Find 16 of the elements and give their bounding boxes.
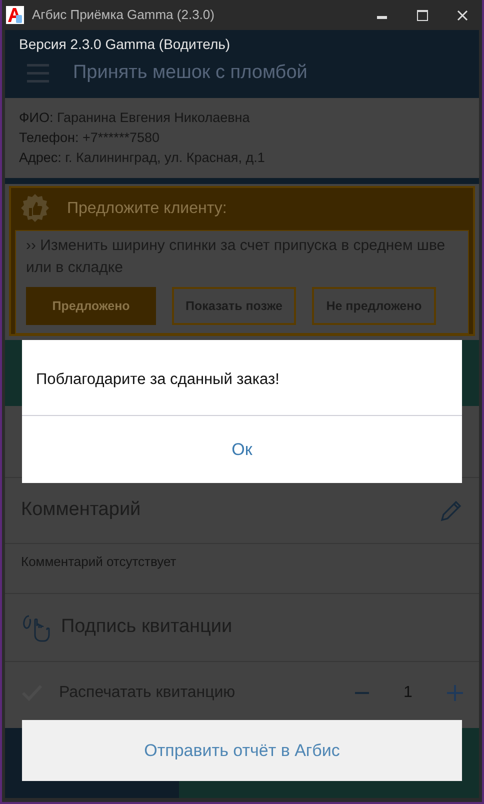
app-logo-icon	[6, 6, 24, 24]
menu-icon[interactable]	[27, 63, 49, 84]
plus-icon[interactable]	[447, 685, 463, 701]
minus-icon[interactable]	[355, 691, 369, 695]
version-text: Версия 2.3.0 Gamma (Водитель)	[19, 35, 232, 54]
close-icon[interactable]	[456, 10, 468, 20]
edit-pencil-icon[interactable]	[439, 498, 463, 522]
screen-title: Принять мешок с пломбой	[73, 61, 308, 85]
hand-signature-icon[interactable]	[21, 612, 53, 642]
dialog-message: Поблагодарите за сданный заказ!	[35, 370, 280, 390]
thumbs-up-badge-icon	[19, 193, 51, 225]
send-report-button[interactable]: Отправить отчёт в Агбис	[22, 720, 462, 781]
suggestion-title: Предложите клиенту:	[67, 199, 227, 219]
window-title: Агбис Приёмка Gamma (2.3.0)	[32, 6, 216, 24]
maximize-icon[interactable]	[416, 10, 428, 20]
suggestion-option-button[interactable]: Предложено	[26, 287, 156, 325]
